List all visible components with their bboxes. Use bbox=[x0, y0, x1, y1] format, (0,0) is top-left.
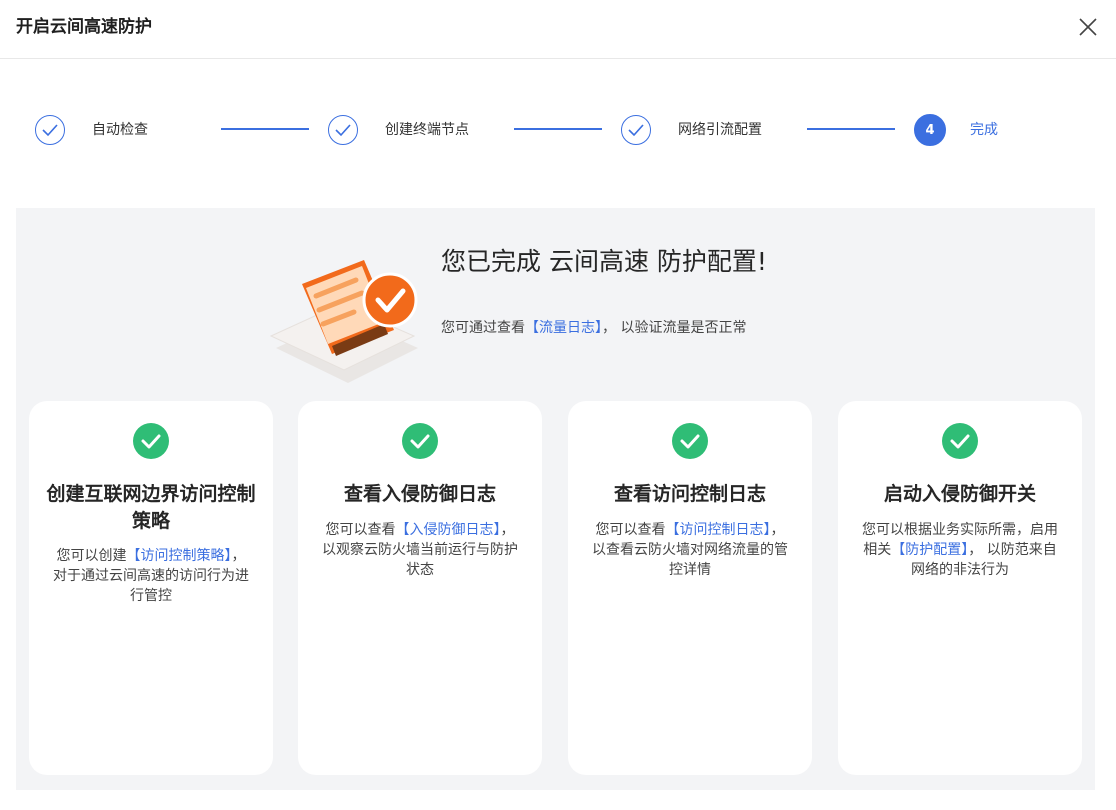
check-icon bbox=[328, 115, 358, 145]
check-circle-icon bbox=[942, 423, 978, 459]
step-label: 自动检查 bbox=[92, 122, 148, 138]
card-create-acl-policy: 创建互联网边界访问控制策略 您可以创建【访问控制策略】， 对于通过云间高速的访问… bbox=[29, 401, 273, 775]
subtitle-text: 您可通过查看 bbox=[441, 320, 525, 336]
card-ips-log: 查看入侵防御日志 您可以查看【入侵防御日志】， 以观察云防火墙当前运行与防护状态 bbox=[298, 401, 542, 775]
subtitle-text: ， 以验证流量是否正常 bbox=[602, 320, 747, 336]
step-progress: 自动检查 创建终端节点 网络引流配置 4 完成 bbox=[0, 110, 1116, 154]
card-enable-ips: 启动入侵防御开关 您可以根据业务实际所需，启用相关【防护配置】， 以防范来自网络… bbox=[838, 401, 1082, 775]
card-title: 查看访问控制日志 bbox=[613, 483, 766, 505]
check-icon bbox=[35, 115, 65, 145]
card-acl-log: 查看访问控制日志 您可以查看【访问控制日志】， 以查看云防火墙对网络流量的管控详… bbox=[568, 401, 812, 775]
card-title: 启动入侵防御开关 bbox=[883, 483, 1036, 505]
step-connector bbox=[221, 128, 309, 130]
card-description: 您可以查看【访问控制日志】， 以查看云防火墙对网络流量的管控详情 bbox=[590, 520, 790, 580]
result-subtitle: 您可通过查看【流量日志】， 以验证流量是否正常 bbox=[441, 319, 746, 337]
ips-log-link[interactable]: 【入侵防御日志】 bbox=[396, 522, 501, 538]
completed-document-illustration bbox=[266, 236, 426, 391]
card-description: 您可以根据业务实际所需，启用相关【防护配置】， 以防范来自网络的非法行为 bbox=[860, 520, 1060, 580]
protection-config-link[interactable]: 【防护配置】 bbox=[891, 542, 968, 558]
check-circle-icon bbox=[672, 423, 708, 459]
card-title: 查看入侵防御日志 bbox=[343, 483, 496, 505]
step-label: 完成 bbox=[970, 122, 998, 138]
card-desc-text: 您可以创建 bbox=[56, 548, 127, 564]
check-icon bbox=[621, 115, 651, 145]
card-title: 创建互联网边界访问控制策略 bbox=[46, 483, 256, 532]
dialog-title: 开启云间高速防护 bbox=[16, 17, 152, 37]
card-desc-text: 您可以查看 bbox=[595, 522, 666, 538]
close-icon[interactable] bbox=[1077, 16, 1099, 38]
card-description: 您可以创建【访问控制策略】， 对于通过云间高速的访问行为进行管控 bbox=[51, 546, 251, 606]
step-label: 网络引流配置 bbox=[678, 122, 762, 138]
step-connector bbox=[807, 128, 895, 130]
result-title: 您已完成 云间高速 防护配置! bbox=[441, 247, 767, 276]
result-panel: 您已完成 云间高速 防护配置! 您可通过查看【流量日志】， 以验证流量是否正常 … bbox=[16, 208, 1095, 790]
dialog-header: 开启云间高速防护 bbox=[0, 0, 1116, 59]
step-label: 创建终端节点 bbox=[385, 122, 469, 138]
card-description: 您可以查看【入侵防御日志】， 以观察云防火墙当前运行与防护状态 bbox=[320, 520, 520, 580]
card-desc-text: 您可以查看 bbox=[325, 522, 396, 538]
check-circle-icon bbox=[133, 423, 169, 459]
step-connector bbox=[514, 128, 602, 130]
check-circle-icon bbox=[402, 423, 438, 459]
acl-policy-link[interactable]: 【访问控制策略】 bbox=[127, 548, 232, 564]
traffic-log-link[interactable]: 【流量日志】 bbox=[525, 320, 602, 336]
step-number-badge: 4 bbox=[914, 114, 946, 146]
acl-log-link[interactable]: 【访问控制日志】 bbox=[666, 522, 771, 538]
